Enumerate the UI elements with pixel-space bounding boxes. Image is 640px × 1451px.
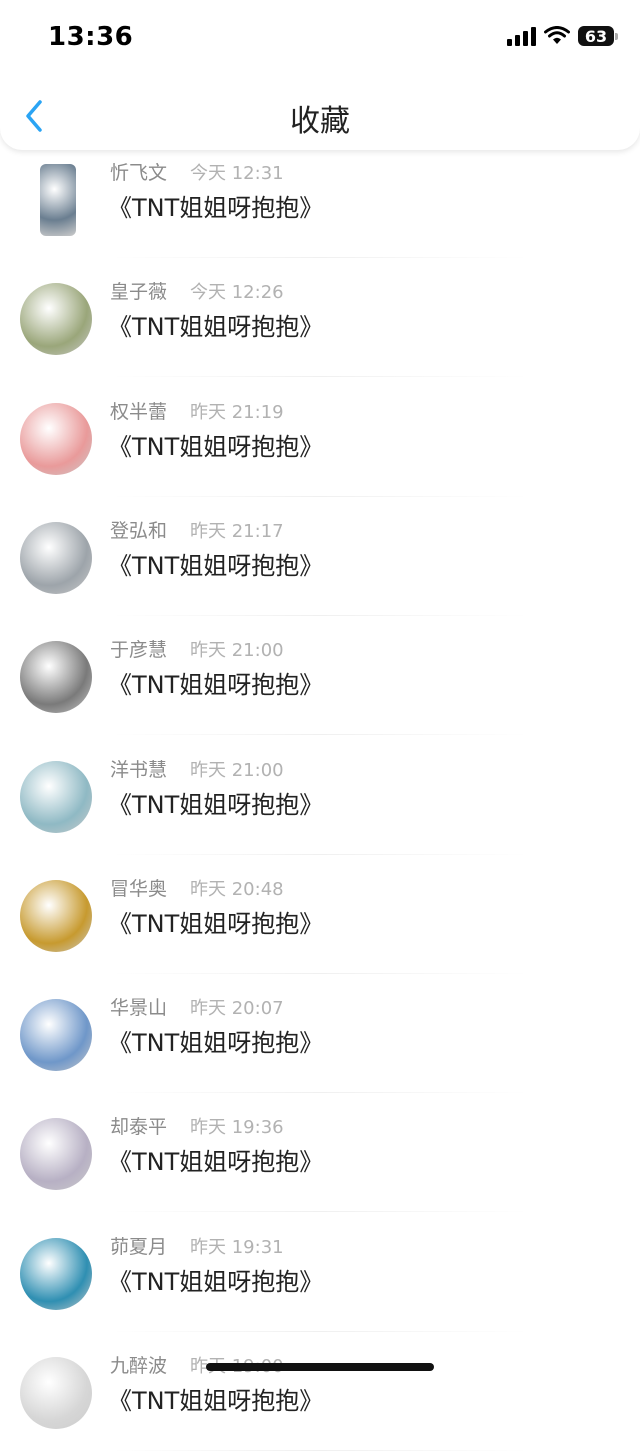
sender-name: 九醉波	[110, 1355, 168, 1377]
avatar[interactable]	[20, 402, 92, 475]
favorite-title: 《TNT姐姐呀抱抱》	[108, 671, 324, 700]
sender-name: 登弘和	[110, 519, 168, 542]
list-item[interactable]: 权半蕾 昨天 21:19 《TNT姐姐呀抱抱》	[0, 379, 640, 497]
divider	[110, 734, 530, 736]
avatar[interactable]	[20, 641, 92, 714]
sender-name: 于彦慧	[110, 639, 168, 662]
sender-name: 冒华奥	[110, 877, 168, 900]
sender-name: 洋书慧	[110, 758, 168, 781]
battery-level: 63	[584, 26, 608, 46]
header-bar: 13:36 63 收藏	[0, 0, 640, 150]
status-indicators: 63	[507, 26, 618, 46]
favorite-title: 《TNT姐姐呀抱抱》	[108, 790, 324, 819]
list-item[interactable]: 九醉波昨天 19:00《TNT姐姐呀抱抱》	[0, 1333, 640, 1451]
home-indicator	[206, 1363, 434, 1371]
favorite-title: 《TNT姐姐呀抱抱》	[108, 909, 324, 938]
divider	[110, 376, 530, 378]
timestamp: 昨天 21:00	[190, 759, 284, 781]
avatar[interactable]	[20, 999, 92, 1072]
favorite-title: 《TNT姐姐呀抱抱》	[108, 1267, 324, 1296]
divider	[110, 972, 530, 974]
list-item[interactable]: 却泰平 昨天 19:36 《TNT姐姐呀抱抱》	[0, 1094, 640, 1213]
avatar[interactable]	[40, 164, 76, 236]
list-item[interactable]: 茆夏月 昨天 19:31 《TNT姐姐呀抱抱》	[0, 1214, 640, 1332]
timestamp: 昨天 20:07	[190, 998, 284, 1020]
sender-name: 忻飞文	[110, 162, 168, 184]
divider	[110, 853, 530, 855]
favorite-title: 《TNT姐姐呀抱抱》	[108, 551, 324, 580]
list-item[interactable]: 登弘和 昨天 21:17 《TNT姐姐呀抱抱》	[0, 498, 640, 616]
avatar[interactable]	[20, 521, 92, 594]
divider	[110, 614, 530, 616]
divider	[110, 1330, 530, 1332]
battery-icon: 63	[578, 26, 618, 46]
timestamp: 昨天 19:36	[190, 1117, 284, 1139]
timestamp: 今天 12:31	[190, 163, 284, 184]
avatar[interactable]	[20, 760, 92, 833]
list-item[interactable]: 洋书慧 昨天 21:00 《TNT姐姐呀抱抱》	[0, 737, 640, 855]
list-item[interactable]: 于彦慧 昨天 21:00 《TNT姐姐呀抱抱》	[0, 617, 640, 736]
timestamp: 昨天 19:31	[190, 1236, 284, 1258]
list-item[interactable]: 皇子薇 今天 12:26 《TNT姐姐呀抱抱》	[0, 259, 640, 378]
avatar[interactable]	[20, 1118, 92, 1191]
sender-name: 皇子薇	[110, 281, 168, 304]
wifi-icon	[544, 26, 570, 44]
favorite-title: 《TNT姐姐呀抱抱》	[108, 432, 324, 461]
timestamp: 昨天 21:19	[190, 401, 284, 423]
divider	[110, 1211, 530, 1213]
avatar[interactable]	[20, 1357, 92, 1429]
timestamp: 昨天 21:00	[190, 640, 284, 662]
sender-name: 华景山	[110, 997, 168, 1020]
status-time: 13:36	[48, 22, 134, 52]
avatar[interactable]	[20, 283, 92, 356]
sender-name: 茆夏月	[110, 1235, 168, 1258]
list-item[interactable]: 华景山 昨天 20:07 《TNT姐姐呀抱抱》	[0, 975, 640, 1094]
favorite-title: 《TNT姐姐呀抱抱》	[108, 1387, 324, 1415]
timestamp: 今天 12:26	[190, 282, 284, 304]
sender-name: 权半蕾	[110, 400, 168, 423]
favorite-title: 《TNT姐姐呀抱抱》	[108, 1029, 324, 1058]
divider	[110, 495, 530, 497]
list-item[interactable]: 冒华奥 昨天 20:48 《TNT姐姐呀抱抱》	[0, 856, 640, 974]
divider	[110, 257, 530, 258]
divider	[110, 1092, 530, 1094]
favorite-title: 《TNT姐姐呀抱抱》	[108, 194, 324, 222]
favorite-title: 《TNT姐姐呀抱抱》	[108, 313, 324, 342]
cellular-signal-icon	[507, 26, 536, 46]
avatar[interactable]	[20, 879, 92, 952]
favorite-title: 《TNT姐姐呀抱抱》	[108, 1148, 324, 1177]
sender-name: 却泰平	[110, 1116, 168, 1139]
timestamp: 昨天 21:17	[190, 520, 284, 542]
avatar[interactable]	[20, 1237, 92, 1310]
page-title: 收藏	[290, 104, 350, 139]
timestamp: 昨天 20:48	[190, 878, 284, 900]
list-item[interactable]: 忻飞文 今天 12:31 《TNT姐姐呀抱抱》	[0, 140, 640, 258]
